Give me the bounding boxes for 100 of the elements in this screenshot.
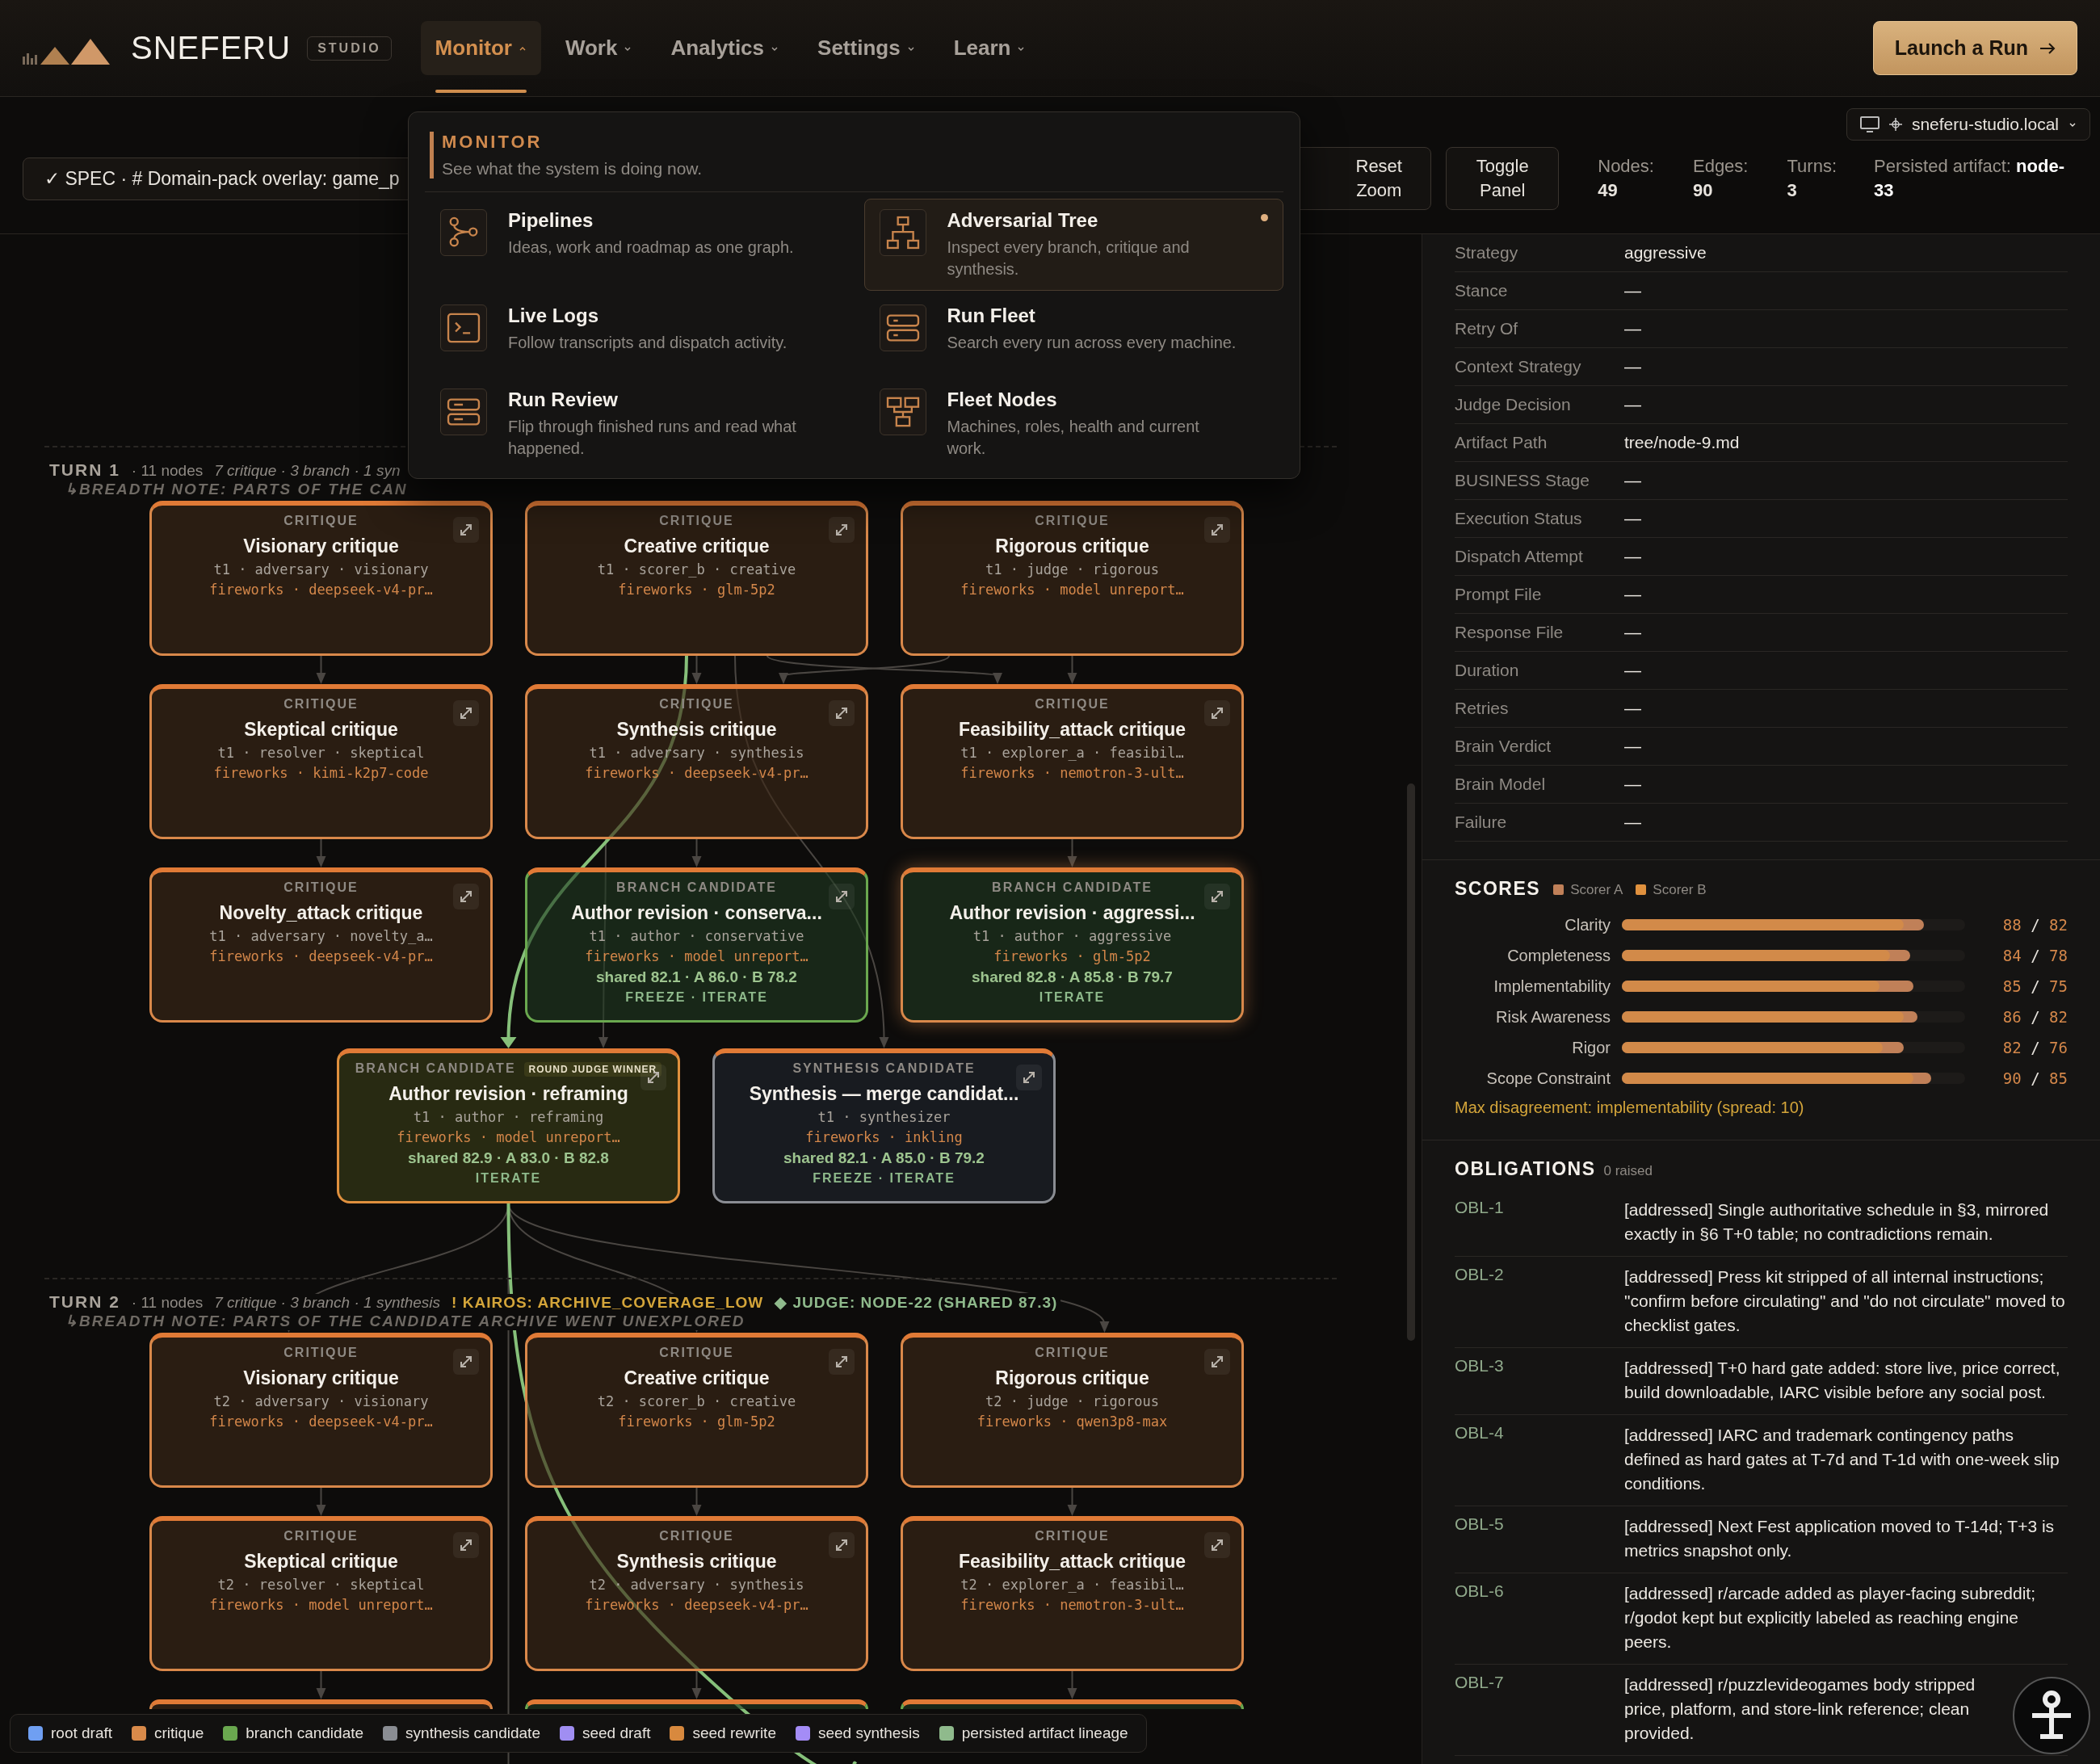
launch-button[interactable]: Launch a Run — [1872, 21, 2077, 75]
node-title: Feasibility_attack critique — [958, 719, 1186, 741]
judge-label: ◆ JUDGE: NODE-22 (SHARED 87.3) — [771, 1293, 1061, 1312]
node-card[interactable]: CRITIQUE Synthesis critique t2 · adversary · synthesis fireworks · deepseek-v4-pr… — [525, 1516, 868, 1671]
node-type-label: CRITIQUE — [284, 514, 359, 528]
expand-icon[interactable] — [1204, 884, 1230, 909]
node-card[interactable]: CRITIQUE Visionary critique t1 · adversary · visionary fireworks · deepseek-v4-pr… — [149, 501, 493, 656]
edge-arrow — [1067, 655, 1077, 684]
score-values: 82 / 76 — [2002, 1039, 2068, 1056]
menu-item[interactable]: Fleet Nodes Machines, roles, health and current work. — [863, 378, 1283, 470]
node-card[interactable]: BRANCH CANDIDATE Author revision · conserva... t1 · author · conservative fireworks · model unreport… shared 82.1 · A 86.0 · B 78.2 FREEZE · ITERATE — [525, 867, 868, 1023]
node-title: Author revision · aggressi... — [949, 902, 1195, 924]
menu-item[interactable]: Run Review Flip through finished runs and read what happened. — [425, 378, 845, 470]
legend-label: seed rewrite — [692, 1724, 776, 1742]
obligation-text: [addressed] IARC and trademark contingency paths defined as hard gates at T-7d and T-1d with one-week slip conditions. — [1624, 1425, 2060, 1494]
expand-icon[interactable] — [453, 1349, 479, 1375]
node-meta: t1 · author · reframing — [413, 1109, 604, 1125]
menu-item-title: Pipelines — [508, 209, 594, 232]
node-type-label: CRITIQUE — [1035, 514, 1110, 528]
node-title: Synthesis critique — [616, 1551, 777, 1573]
node-card[interactable] — [149, 1699, 493, 1709]
stat-value: 3 — [1787, 179, 1798, 202]
node-card[interactable]: CRITIQUE Rigorous critique t2 · judge · rigorous fireworks · qwen3p8-max — [901, 1333, 1244, 1488]
node-title: Rigorous critique — [995, 1367, 1149, 1389]
nav-menu[interactable]: Learn — [939, 21, 1040, 75]
menu-item[interactable]: Live Logs Follow transcripts and dispatch activity. — [425, 294, 845, 375]
section-title: OBLIGATIONS — [1455, 1158, 1596, 1180]
host-selector[interactable]: sneferu-studio.local — [1846, 108, 2090, 141]
menu-item[interactable]: Pipelines Ideas, work and roadmap as one graph. — [425, 199, 845, 291]
nav-menu[interactable]: Settings — [803, 21, 930, 75]
detail-value: — — [1624, 281, 1641, 300]
menu-item-title: Adversarial Tree — [947, 209, 1099, 232]
expand-icon[interactable] — [1204, 1532, 1230, 1558]
node-card[interactable]: BRANCH CANDIDATE Author revision · aggressi... t1 · author · aggressive fireworks · glm-5p2 shared 82.8 · A 85.8 · B 79.7 ITERATE — [901, 867, 1244, 1023]
menu-item-title: Live Logs — [508, 304, 600, 327]
node-card[interactable]: CRITIQUE Rigorous critique t1 · judge · rigorous fireworks · model unreport… — [901, 501, 1244, 656]
node-card[interactable]: CRITIQUE Feasibility_attack critique t2 · explorer_a · feasibil… fireworks · nemotron-3-ult… — [901, 1516, 1244, 1671]
node-title: Creative critique — [624, 536, 770, 557]
expand-icon[interactable] — [453, 884, 479, 909]
expand-icon[interactable] — [453, 1532, 479, 1558]
detail-value: aggressive — [1624, 243, 1707, 262]
score-values: 84 / 78 — [2002, 947, 2068, 964]
node-card[interactable]: SYNTHESIS CANDIDATE Synthesis — merge candidat... t1 · synthesizer fireworks · inkling shared 82.1 · A 85.0 · B 79.2 FREEZE · ITERATE — [712, 1048, 1056, 1203]
node-meta: t1 · judge · rigorous — [985, 561, 1159, 578]
node-card[interactable] — [901, 1699, 1244, 1709]
node-meta: t1 · adversary · visionary — [213, 561, 429, 578]
brand-name: SNEFERU — [131, 30, 292, 66]
node-meta: t2 · explorer_a · feasibil… — [960, 1577, 1184, 1593]
scorer-label: Scorer B — [1653, 881, 1707, 898]
scrollbar[interactable] — [1407, 783, 1415, 1341]
expand-icon[interactable] — [829, 517, 855, 543]
node-model: fireworks · glm-5p2 — [618, 1413, 775, 1430]
expand-icon[interactable] — [1204, 1349, 1230, 1375]
score-label: Rigor — [1571, 1038, 1611, 1057]
node-model: fireworks · glm-5p2 — [618, 582, 775, 598]
node-card[interactable]: CRITIQUE Feasibility_attack critique t1 · explorer_a · feasibil… fireworks · nemotron-3-ult… — [901, 684, 1244, 839]
node-model: fireworks · inkling — [805, 1129, 963, 1145]
detail-label: Failure — [1455, 813, 1508, 832]
node-card[interactable]: CRITIQUE Creative critique t2 · scorer_b · creative fireworks · glm-5p2 — [525, 1333, 868, 1488]
node-meta: t1 · author · conservative — [589, 928, 804, 944]
node-type-label: CRITIQUE — [1035, 1529, 1110, 1544]
node-card[interactable]: CRITIQUE Skeptical critique t1 · resolver · skeptical fireworks · kimi-k2p7-code — [149, 684, 493, 839]
expand-icon[interactable] — [453, 517, 479, 543]
edge-arrow — [691, 838, 702, 867]
menu-item-desc: Follow transcripts and dispatch activity. — [508, 333, 788, 353]
expand-icon[interactable] — [829, 884, 855, 909]
expand-icon[interactable] — [453, 700, 479, 726]
expand-icon[interactable] — [1016, 1065, 1042, 1090]
node-type-label: CRITIQUE — [284, 697, 359, 712]
legend-label: synthesis candidate — [405, 1724, 540, 1742]
stat-label: Turns: — [1787, 155, 1837, 178]
detail-value: — — [1624, 547, 1641, 566]
crosshair-icon — [1888, 118, 1902, 131]
node-model: fireworks · model unreport… — [960, 582, 1184, 598]
node-type-label: CRITIQUE — [659, 1346, 734, 1360]
menu-item[interactable]: Run Fleet Search every run across every machine. — [863, 294, 1283, 375]
expand-icon[interactable] — [1204, 700, 1230, 726]
node-card[interactable]: CRITIQUE Novelty_attack critique t1 · adversary · novelty_a… fireworks · deepseek-v4-pr… — [149, 867, 493, 1023]
node-type-label: CRITIQUE — [284, 880, 359, 895]
node-scores: shared 82.1 · A 85.0 · B 79.2 — [783, 1149, 985, 1167]
expand-icon[interactable] — [829, 1349, 855, 1375]
expand-icon[interactable] — [829, 1532, 855, 1558]
winner-badge: ROUND JUDGE WINNER — [523, 1062, 662, 1077]
node-card[interactable]: CRITIQUE Visionary critique t2 · adversary · visionary fireworks · deepseek-v4-pr… — [149, 1333, 493, 1488]
nav-menu[interactable]: Analytics — [656, 21, 794, 75]
toggle-panel-button[interactable]: Toggle Panel — [1446, 147, 1560, 210]
obligation-id: OBL-7 — [1455, 1673, 1505, 1693]
node-card[interactable]: CRITIQUE Creative critique t1 · scorer_b · creative fireworks · glm-5p2 — [525, 501, 868, 656]
menu-item[interactable]: Adversarial Tree Inspect every branch, critique and synthesis. — [863, 199, 1283, 291]
nav-menu[interactable]: Work — [550, 21, 647, 75]
expand-icon[interactable] — [1204, 517, 1230, 543]
node-model: fireworks · model unreport… — [397, 1129, 620, 1145]
node-model: fireworks · deepseek-v4-pr… — [209, 582, 433, 598]
node-title: Author revision · reframing — [388, 1083, 628, 1105]
node-card[interactable] — [525, 1699, 868, 1709]
node-scores: shared 82.8 · A 85.8 · B 79.7 — [972, 968, 1173, 986]
node-card[interactable]: BRANCH CANDIDATE ROUND JUDGE WINNER Author revision · reframing t1 · author · reframing fireworks · model unreport… shared 82.9 · A 83.0 · B 82.8 ITERATE — [337, 1048, 680, 1203]
expand-icon[interactable] — [829, 700, 855, 726]
stat-label: Nodes: — [1598, 155, 1654, 178]
node-card[interactable]: CRITIQUE Skeptical critique t2 · resolver · skeptical fireworks · model unreport… — [149, 1516, 493, 1671]
